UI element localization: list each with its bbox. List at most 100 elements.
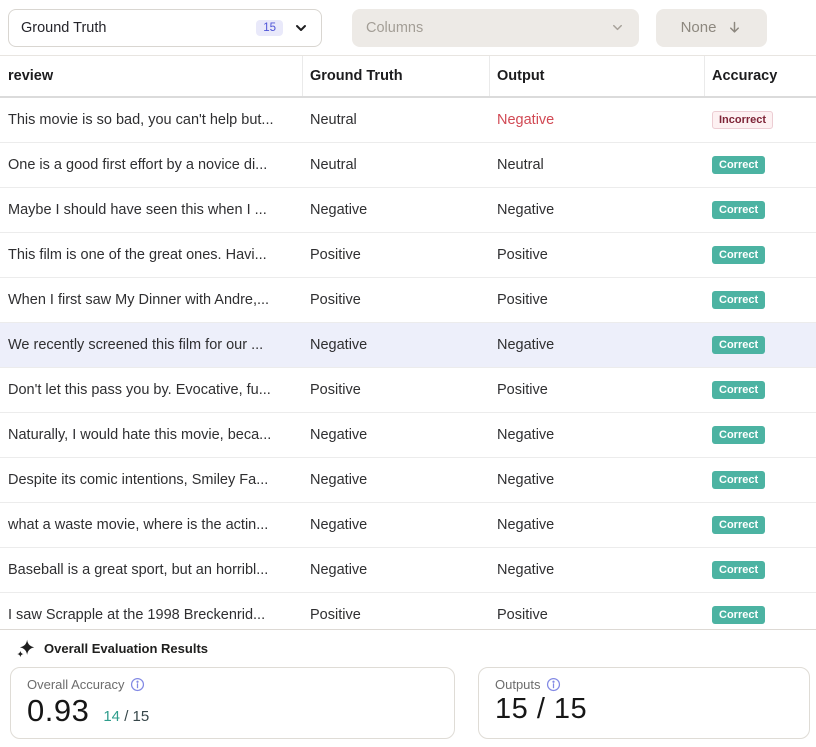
output-cell: Positive: [490, 607, 705, 623]
ground-truth-cell: Neutral: [303, 157, 490, 173]
sort-none-label: None: [681, 19, 717, 36]
review-cell: I saw Scrapple at the 1998 Breckenrid...: [0, 607, 303, 623]
table-row[interactable]: Naturally, I would hate this movie, beca…: [0, 413, 816, 458]
chevron-down-icon: [293, 20, 309, 36]
output-cell: Negative: [490, 517, 705, 533]
review-cell: One is a good first effort by a novice d…: [0, 157, 303, 173]
overall-accuracy-label: Overall Accuracy: [27, 677, 125, 692]
accuracy-cell: Correct: [705, 246, 816, 264]
accuracy-status-badge: Incorrect: [712, 111, 773, 129]
output-cell: Positive: [490, 382, 705, 398]
accuracy-status-badge: Correct: [712, 246, 765, 264]
ground-truth-cell: Positive: [303, 247, 490, 263]
ground-truth-cell: Neutral: [303, 112, 490, 128]
accuracy-cell: Correct: [705, 381, 816, 399]
overall-results-header: Overall Evaluation Results: [0, 630, 816, 666]
info-icon[interactable]: [546, 677, 561, 692]
table-row[interactable]: Despite its comic intentions, Smiley Fa.…: [0, 458, 816, 503]
ground-truth-filter-label: Ground Truth: [21, 20, 256, 36]
columns-select[interactable]: Columns: [352, 9, 639, 47]
accuracy-cell: Correct: [705, 561, 816, 579]
table-row[interactable]: This movie is so bad, you can't help but…: [0, 98, 816, 143]
table-body: This movie is so bad, you can't help but…: [0, 98, 816, 629]
ground-truth-cell: Positive: [303, 382, 490, 398]
columns-select-label: Columns: [366, 20, 610, 36]
info-icon[interactable]: [130, 677, 145, 692]
outputs-value: 15 / 15: [495, 693, 587, 726]
sort-none-button[interactable]: None: [656, 9, 767, 47]
output-cell: Negative: [490, 427, 705, 443]
accuracy-cell: Incorrect: [705, 111, 816, 129]
review-cell: what a waste movie, where is the actin..…: [0, 517, 303, 533]
chevron-down-icon: [610, 20, 625, 35]
ground-truth-cell: Negative: [303, 517, 490, 533]
accuracy-cell: Correct: [705, 156, 816, 174]
ground-truth-filter-select[interactable]: Ground Truth 15: [8, 9, 322, 47]
column-header-ground-truth: Ground Truth: [303, 56, 490, 96]
table-row[interactable]: Baseball is a great sport, but an horrib…: [0, 548, 816, 593]
accuracy-status-badge: Correct: [712, 606, 765, 624]
outputs-card: Outputs 15 / 15: [478, 667, 810, 739]
table-row[interactable]: Maybe I should have seen this when I ...…: [0, 188, 816, 233]
output-cell: Negative: [490, 562, 705, 578]
overall-accuracy-value: 0.93: [27, 693, 89, 729]
output-cell: Positive: [490, 247, 705, 263]
column-header-accuracy: Accuracy: [705, 56, 816, 96]
accuracy-status-badge: Correct: [712, 201, 765, 219]
accuracy-cell: Correct: [705, 291, 816, 309]
review-cell: This film is one of the great ones. Havi…: [0, 247, 303, 263]
column-header-review: review: [0, 56, 303, 96]
accuracy-cell: Correct: [705, 426, 816, 444]
review-cell: We recently screened this film for our .…: [0, 337, 303, 353]
column-header-output: Output: [490, 56, 705, 96]
output-cell: Positive: [490, 292, 705, 308]
table-row[interactable]: I saw Scrapple at the 1998 Breckenrid...…: [0, 593, 816, 629]
accuracy-status-badge: Correct: [712, 426, 765, 444]
table-row[interactable]: This film is one of the great ones. Havi…: [0, 233, 816, 278]
table-row[interactable]: We recently screened this film for our .…: [0, 323, 816, 368]
arrow-down-icon: [727, 20, 742, 35]
accuracy-cell: Correct: [705, 516, 816, 534]
review-cell: Don't let this pass you by. Evocative, f…: [0, 382, 303, 398]
accuracy-status-badge: Correct: [712, 561, 765, 579]
accuracy-fraction: 14 / 15: [103, 708, 149, 725]
output-cell: Negative: [490, 337, 705, 353]
review-cell: Baseball is a great sport, but an horrib…: [0, 562, 303, 578]
review-cell: Naturally, I would hate this movie, beca…: [0, 427, 303, 443]
output-cell: Negative: [490, 472, 705, 488]
accuracy-fraction-denominator: / 15: [124, 708, 149, 725]
accuracy-cell: Correct: [705, 471, 816, 489]
table-header: review Ground Truth Output Accuracy: [0, 56, 816, 98]
ground-truth-cell: Negative: [303, 337, 490, 353]
accuracy-status-badge: Correct: [712, 291, 765, 309]
review-cell: Maybe I should have seen this when I ...: [0, 202, 303, 218]
review-cell: Despite its comic intentions, Smiley Fa.…: [0, 472, 303, 488]
accuracy-cell: Correct: [705, 201, 816, 219]
table-row[interactable]: When I first saw My Dinner with Andre,..…: [0, 278, 816, 323]
table-row[interactable]: Don't let this pass you by. Evocative, f…: [0, 368, 816, 413]
outputs-label: Outputs: [495, 677, 541, 692]
overall-results-panel: Overall Evaluation Results Overall Accur…: [0, 629, 816, 739]
review-cell: When I first saw My Dinner with Andre,..…: [0, 292, 303, 308]
table-row[interactable]: what a waste movie, where is the actin..…: [0, 503, 816, 548]
accuracy-status-badge: Correct: [712, 156, 765, 174]
accuracy-status-badge: Correct: [712, 381, 765, 399]
accuracy-fraction-numerator: 14: [103, 708, 120, 725]
review-cell: This movie is so bad, you can't help but…: [0, 112, 303, 128]
output-cell: Negative: [490, 112, 705, 128]
accuracy-cell: Correct: [705, 336, 816, 354]
toolbar: Ground Truth 15 Columns None: [0, 0, 816, 56]
accuracy-cell: Correct: [705, 606, 816, 624]
accuracy-status-badge: Correct: [712, 336, 765, 354]
ground-truth-cell: Negative: [303, 202, 490, 218]
accuracy-status-badge: Correct: [712, 471, 765, 489]
ground-truth-cell: Positive: [303, 607, 490, 623]
output-cell: Negative: [490, 202, 705, 218]
output-cell: Neutral: [490, 157, 705, 173]
ground-truth-cell: Negative: [303, 472, 490, 488]
accuracy-status-badge: Correct: [712, 516, 765, 534]
table-row[interactable]: One is a good first effort by a novice d…: [0, 143, 816, 188]
row-count-badge: 15: [256, 20, 283, 36]
metric-cards: Overall Accuracy 0.93 14 / 15 Outputs: [0, 666, 816, 739]
overall-accuracy-card: Overall Accuracy 0.93 14 / 15: [10, 667, 455, 739]
